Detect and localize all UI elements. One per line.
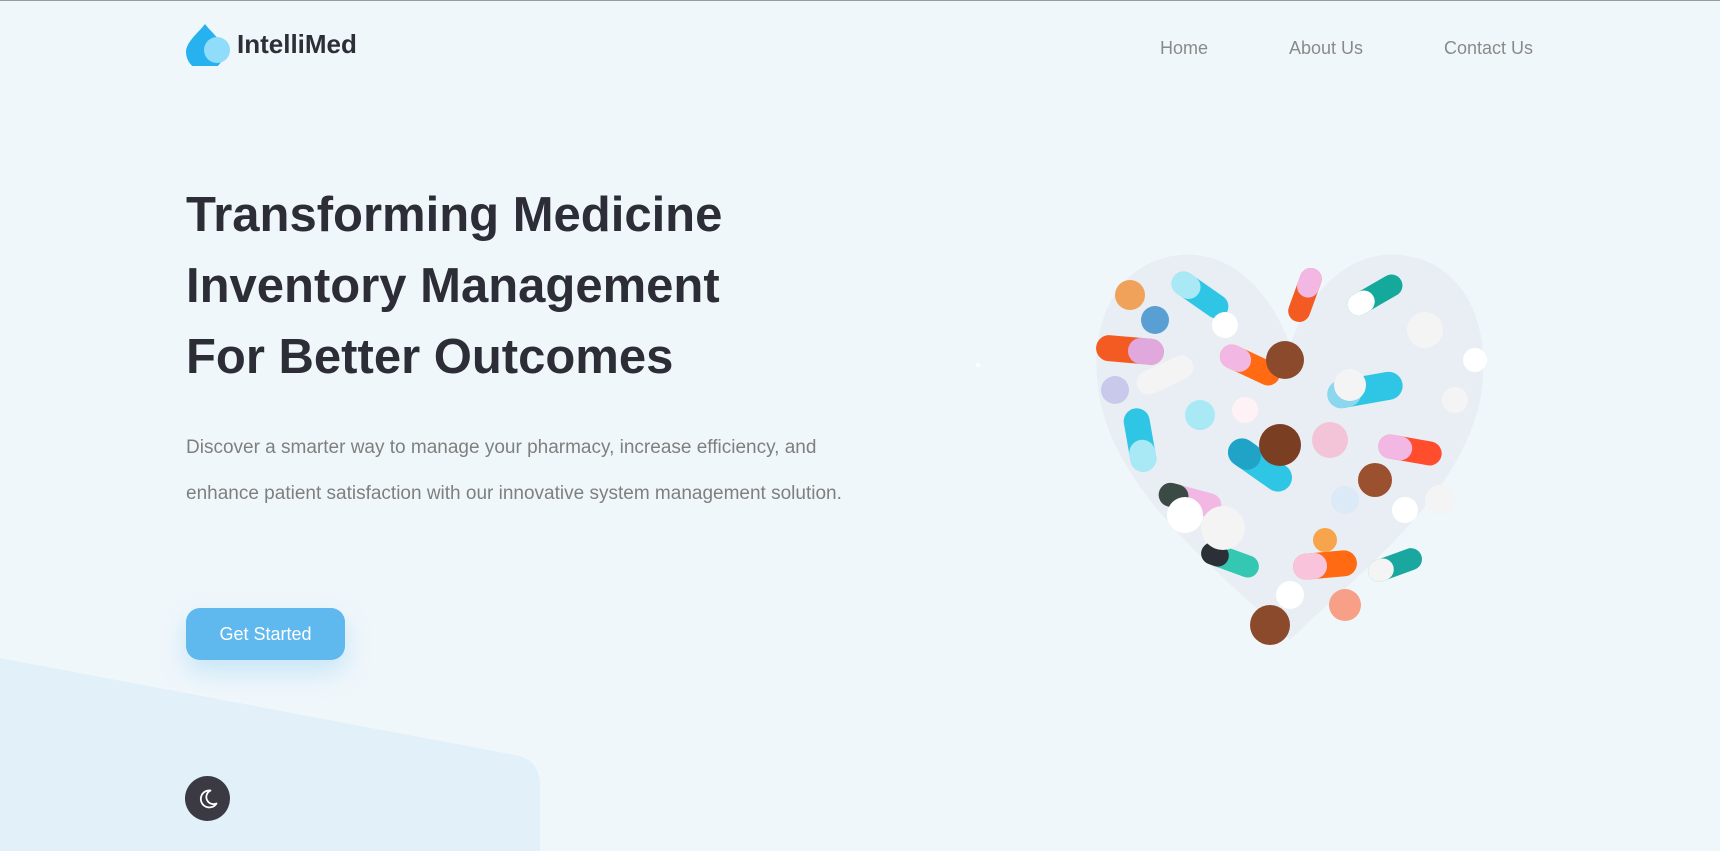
hero-title-line: Inventory Management	[186, 259, 720, 313]
brand-name: IntelliMed	[237, 28, 357, 59]
nav-about-us-link[interactable]: About Us	[1289, 38, 1363, 59]
nav-contact-us-link[interactable]: Contact Us	[1444, 38, 1533, 59]
get-started-button[interactable]: Get Started	[186, 608, 345, 660]
theme-toggle-button[interactable]	[185, 776, 230, 821]
nav-home-link[interactable]: Home	[1160, 38, 1208, 59]
brand-logo[interactable]: IntelliMed	[185, 22, 357, 66]
sparkle-dot	[976, 363, 980, 367]
heart-of-pills-image	[1096, 254, 1487, 645]
hero-description: Discover a smarter way to manage your ph…	[186, 437, 842, 504]
hero-title-line: Transforming Medicine	[186, 188, 723, 242]
water-drop-icon	[186, 24, 230, 66]
hero-title: Transforming Medicine Inventory Manageme…	[186, 180, 722, 393]
hero-title-line: For Better Outcomes	[186, 330, 674, 384]
moon-icon	[199, 789, 217, 808]
